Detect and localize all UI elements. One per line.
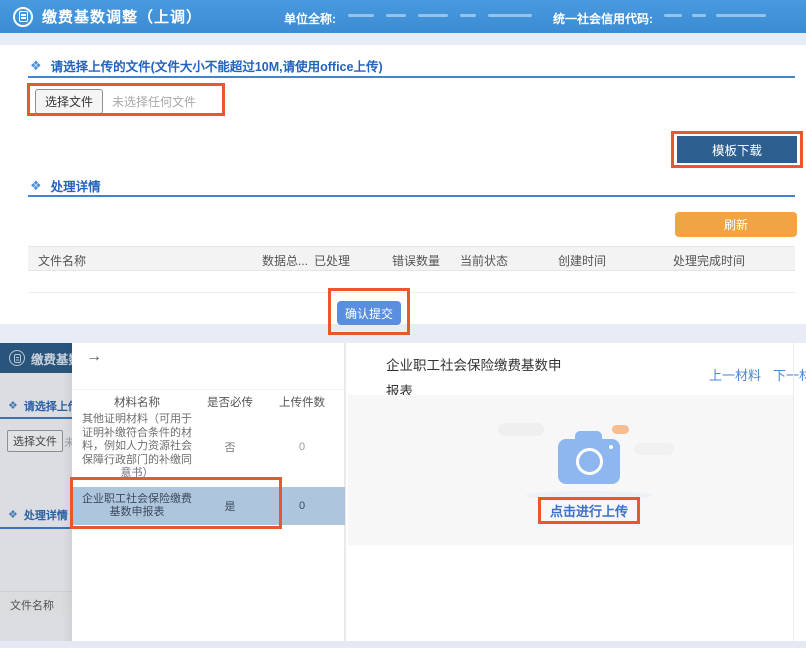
document-icon	[19, 11, 28, 22]
table-header-cell: 上传件数	[266, 394, 338, 410]
upload-dropzone[interactable]: 点击进行上传	[348, 395, 793, 545]
table-header-cell: 当前状态	[460, 252, 508, 269]
section-divider	[28, 76, 795, 78]
camera-lens	[576, 448, 603, 475]
material-upload-count: 0	[266, 441, 338, 453]
upload-section-title: 请选择上传的文件(文件大小不能超过10M,请使用office上传)	[51, 56, 383, 75]
camera-icon[interactable]	[558, 439, 620, 484]
confirm-submit-button[interactable]: 确认提交	[337, 301, 401, 325]
app-header: 缴费基数调整（上调） 单位全称: 统一社会信用代码:	[0, 0, 806, 33]
upload-hint-text: 点击进行上传	[550, 501, 628, 520]
diamond-icon: ❖	[30, 179, 42, 192]
credit-code-label: 统一社会信用代码:	[553, 10, 653, 27]
upload-section-header: ❖ 请选择上传的文件(文件大小不能超过10M,请使用office上传)	[30, 56, 383, 75]
cloud-decoration	[634, 443, 674, 455]
credit-code-redacted	[664, 14, 774, 20]
header-gap-strip	[0, 33, 806, 45]
upload-hint-highlight-box[interactable]: 点击进行上传	[538, 497, 640, 524]
table-header-cell: 创建时间	[558, 252, 606, 269]
table-header-cell: 错误数量	[392, 252, 440, 269]
process-table-header: 文件名称 数据总... 已处理 错误数量 当前状态 创建时间 处理完成时间	[28, 246, 795, 271]
material-required: 否	[194, 439, 266, 455]
payment-base-adjust-window: 缴费基数调整（上调） 单位全称: 统一社会信用代码: ❖ 请选择上传的文件(文件…	[0, 0, 806, 343]
pane-right-divider	[793, 343, 794, 648]
collapse-arrow-icon[interactable]: →	[86, 348, 102, 366]
table-header-cell: 材料名称	[72, 394, 194, 410]
material-row-other-proof[interactable]: 其他证明材料（可用于证明补缴符合条件的材料，例如人力资源社会保障行政部门的补缴同…	[72, 415, 345, 479]
camera-flash-dot	[609, 445, 613, 449]
dim-overlay	[0, 343, 72, 648]
material-detail-pane: 企业职工社会保险缴费基数申报表 上一材料 下一材料 点击进行上传	[345, 343, 806, 648]
table-header-cell: 处理完成时间	[673, 252, 745, 269]
cloud-decoration	[498, 423, 544, 436]
file-select-highlight-box	[27, 83, 225, 116]
section-divider	[28, 195, 795, 197]
table-header-cell: 数据总...	[262, 252, 308, 269]
table-header-cell: 是否必传	[194, 394, 266, 410]
next-material-link[interactable]: 下一材料	[773, 365, 806, 384]
refresh-button[interactable]: 刷新	[675, 212, 797, 237]
screen: 缴费基数调整（上调） 单位全称: 统一社会信用代码: ❖ 请选择上传的文件(文件…	[0, 0, 806, 648]
prev-material-link[interactable]: 上一材料	[709, 365, 761, 384]
detail-section-header: ❖ 处理详情	[30, 176, 101, 195]
page-bottom-strip	[0, 641, 806, 648]
detail-section-title: 处理详情	[51, 176, 101, 195]
material-table-header: 材料名称 是否必传 上传件数	[72, 389, 345, 413]
cloud-decoration	[612, 425, 629, 434]
unit-name-label: 单位全称:	[284, 10, 336, 27]
unit-name-redacted	[348, 14, 538, 20]
app-logo-icon	[13, 7, 33, 27]
table-empty-row-divider	[28, 292, 795, 293]
table-header-cell: 已处理	[314, 252, 350, 269]
diamond-icon: ❖	[30, 59, 42, 72]
selected-material-highlight-box	[70, 477, 282, 529]
material-name: 其他证明材料（可用于证明补缴符合条件的材料，例如人力资源社会保障行政部门的补缴同…	[72, 413, 194, 481]
underlay-page: 缴费基数调整（上调） ❖ 请选择上传的文件(文件大小不能超过10M,请使用off…	[0, 343, 72, 648]
template-download-highlight-box	[671, 131, 803, 168]
page-title: 缴费基数调整（上调）	[42, 6, 202, 27]
table-header-cell: 文件名称	[38, 252, 86, 269]
material-upload-window: 缴费基数调整（上调） ❖ 请选择上传的文件(文件大小不能超过10M,请使用off…	[0, 343, 806, 648]
